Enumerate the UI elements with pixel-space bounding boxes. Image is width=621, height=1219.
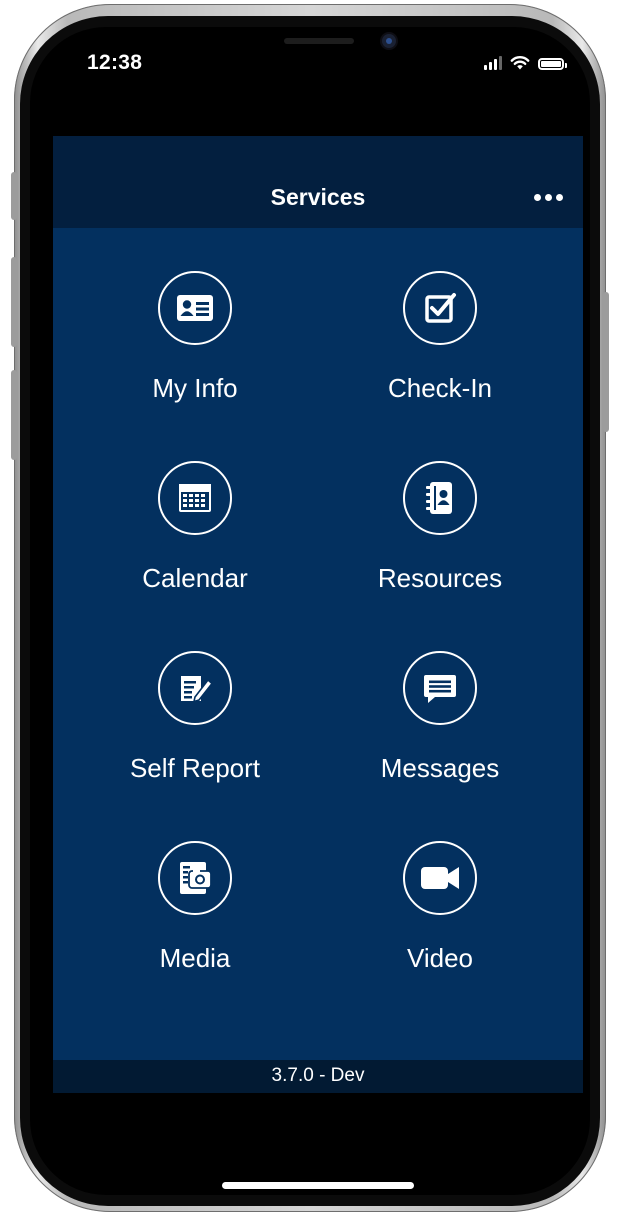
cellular-signal-icon [484,56,502,70]
tile-label: Messages [380,753,500,783]
tile-messages[interactable]: Messages [315,651,565,821]
address-book-icon [403,461,477,535]
phone-screen: 12:38 Services My Info Check-In Calendar… [30,27,590,1195]
tile-check-in[interactable]: Check-In [315,271,565,441]
more-horizontal-icon [533,193,541,201]
version-label: 3.7.0 - Dev [271,1065,365,1086]
volume-up-button [11,257,17,347]
services-app: Services My Info Check-In Calendar Resou… [53,136,583,1093]
wifi-icon [510,56,530,70]
more-options-button[interactable] [527,182,569,212]
tile-label: Check-In [387,373,493,403]
home-indicator[interactable] [222,1182,414,1189]
tile-media[interactable]: Media [70,841,320,1011]
page-title: Services [270,184,366,210]
calendar-icon [158,461,232,535]
tile-calendar[interactable]: Calendar [70,461,320,631]
tile-label: Calendar [142,563,248,593]
tile-self-report[interactable]: Self Report [70,651,320,821]
tile-label: My Info [152,373,238,403]
tile-my-info[interactable]: My Info [70,271,320,441]
tile-video[interactable]: Video [315,841,565,1011]
id-card-icon [158,271,232,345]
power-button [603,292,609,432]
notch [168,27,454,83]
battery-icon [538,58,567,70]
tile-label: Resources [377,563,503,593]
navbar: Services [53,136,583,228]
edit-document-icon [158,651,232,725]
status-icons [484,55,567,70]
video-camera-icon [403,841,477,915]
status-time: 12:38 [87,51,143,74]
checkbox-icon [403,271,477,345]
speaker-grille [284,38,354,44]
volume-down-button [11,370,17,460]
message-bubble-icon [403,651,477,725]
front-camera [382,34,396,48]
tile-resources[interactable]: Resources [315,461,565,631]
camera-icon [158,841,232,915]
version-footer: 3.7.0 - Dev [53,1060,583,1093]
silent-switch [11,172,17,220]
tile-label: Media [159,943,231,973]
tile-label: Video [406,943,474,973]
tile-label: Self Report [129,753,261,783]
